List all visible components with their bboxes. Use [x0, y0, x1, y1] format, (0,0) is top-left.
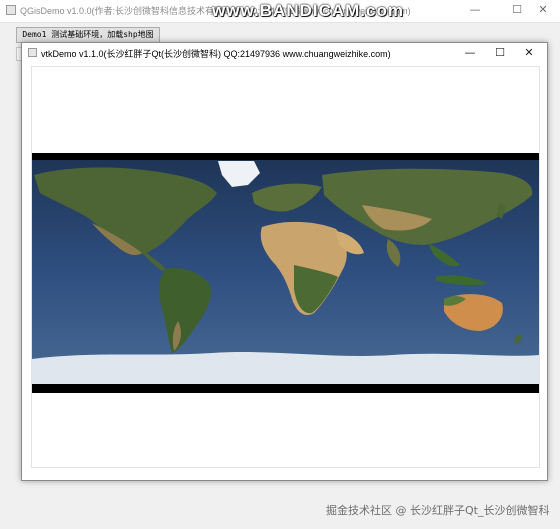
outer-window-titlebar[interactable]: QGisDemo v1.0.0(作者:长沙创微智科信息技术有限公司 QQ:214…: [0, 0, 560, 23]
vtk-demo-window[interactable]: vtkDemo v1.1.0(长沙红胖子Qt(长沙创微智科) QQ:214979…: [21, 42, 548, 481]
app-icon: [28, 48, 37, 57]
inner-minimize-button[interactable]: —: [455, 43, 485, 63]
outer-close-button[interactable]: ✕: [526, 0, 560, 22]
bandicam-watermark: www.BANDICAM.com: [212, 1, 404, 20]
app-icon: [6, 5, 16, 15]
world-satellite-map-icon[interactable]: [32, 153, 539, 393]
footer-watermark: 掘金技术社区 @ 长沙红胖子Qt_长沙创微智科: [326, 504, 550, 517]
inner-close-button[interactable]: ✕: [514, 43, 544, 63]
inner-window-titlebar[interactable]: vtkDemo v1.1.0(长沙红胖子Qt(长沙创微智科) QQ:214979…: [22, 43, 547, 63]
inner-maximize-button[interactable]: ☐: [485, 43, 515, 63]
outer-minimize-button[interactable]: —: [458, 0, 492, 22]
inner-window-title: vtkDemo v1.1.0(长沙红胖子Qt(长沙创微智科) QQ:214979…: [41, 49, 391, 59]
demo1-load-shp-button[interactable]: Demo1 测试基础环境，加载shp地图: [16, 27, 160, 43]
vtk-render-viewport[interactable]: [31, 66, 540, 468]
